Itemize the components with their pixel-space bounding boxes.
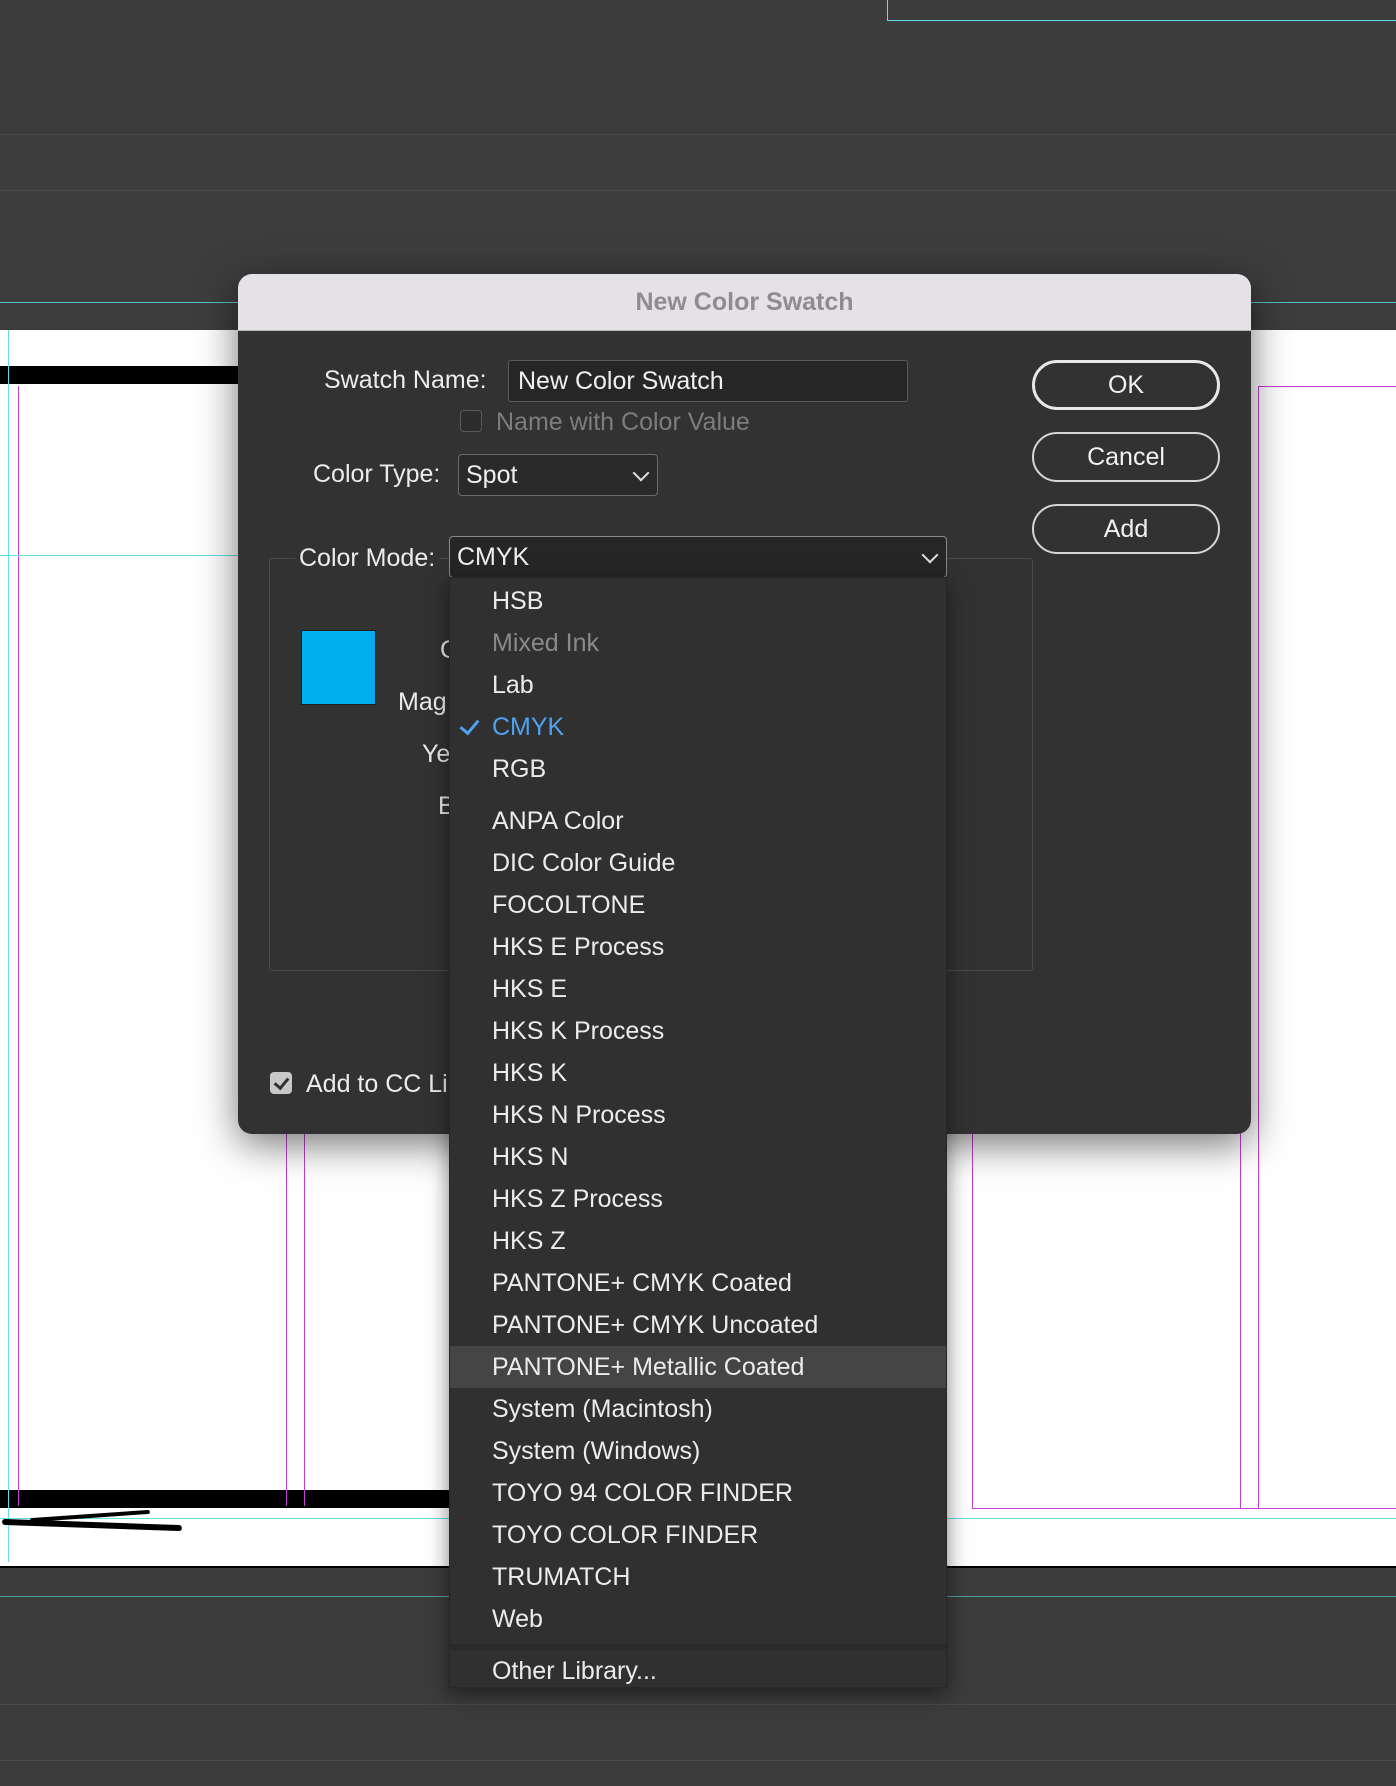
scribble-mark — [1, 1518, 183, 1532]
add-to-cc-library-label: Add to CC Li — [306, 1070, 448, 1098]
menu-item-label: PANTONE+ CMYK Coated — [492, 1268, 792, 1297]
menu-item-label: FOCOLTONE — [492, 890, 646, 919]
margin-guide — [8, 330, 9, 1562]
color-type-value: Spot — [466, 460, 518, 489]
menu-item-label: HKS E — [492, 974, 568, 1003]
swatch-name-input[interactable]: New Color Swatch — [508, 360, 908, 402]
name-with-color-value-checkbox[interactable] — [460, 410, 482, 432]
menu-item-pantone-cmyk-coated[interactable]: PANTONE+ CMYK Coated — [450, 1262, 946, 1304]
menu-item-hks-z[interactable]: HKS Z — [450, 1220, 946, 1262]
menu-item-pantone-cmyk-uncoated[interactable]: PANTONE+ CMYK Uncoated — [450, 1304, 946, 1346]
menu-item-trumatch[interactable]: TRUMATCH — [450, 1556, 946, 1598]
menu-item-label: HKS K Process — [492, 1016, 665, 1045]
menu-item-rgb[interactable]: RGB — [450, 748, 946, 790]
menu-item-mixed-ink: Mixed Ink — [450, 622, 946, 664]
scribble-mark — [30, 1509, 150, 1523]
menu-item-label: HKS Z — [492, 1226, 566, 1255]
menu-item-label: HKS K — [492, 1058, 568, 1087]
menu-item-label: HKS N — [492, 1142, 569, 1171]
menu-item-web[interactable]: Web — [450, 1598, 946, 1640]
chevron-down-icon — [921, 546, 939, 564]
menu-item-label: DIC Color Guide — [492, 848, 676, 877]
menu-item-dic-color-guide[interactable]: DIC Color Guide — [450, 842, 946, 884]
panel-divider — [0, 190, 1396, 191]
menu-item-label: HSB — [492, 586, 544, 615]
swatch-name-label: Swatch Name: — [324, 366, 487, 394]
cyan-guide-top — [887, 20, 1396, 21]
column-guide — [286, 1130, 287, 1506]
color-type-label: Color Type: — [313, 460, 441, 488]
panel-divider — [0, 134, 1396, 135]
chevron-down-icon — [632, 464, 650, 482]
color-mode-dropdown-menu: HSB Mixed Ink Lab CMYK RGB ANPA Color DI… — [449, 577, 947, 1688]
ok-button[interactable]: OK — [1032, 360, 1220, 410]
menu-item-label: TOYO 94 COLOR FINDER — [492, 1478, 793, 1507]
yellow-label: Ye — [422, 740, 451, 768]
swatch-name-value: New Color Swatch — [518, 366, 724, 395]
menu-item-hks-n[interactable]: HKS N — [450, 1136, 946, 1178]
menu-item-label: Mixed Ink — [492, 628, 599, 657]
menu-item-label: System (Windows) — [492, 1436, 701, 1465]
menu-item-label: Lab — [492, 670, 534, 699]
add-button[interactable]: Add — [1032, 504, 1220, 554]
menu-item-toyo-color-finder[interactable]: TOYO COLOR FINDER — [450, 1514, 946, 1556]
cyan-guide-top-vertical — [887, 0, 888, 20]
menu-item-label: PANTONE+ Metallic Coated — [492, 1352, 805, 1381]
swatch-color-preview — [301, 630, 376, 705]
checkmark-icon — [273, 1073, 290, 1091]
menu-item-hks-e-process[interactable]: HKS E Process — [450, 926, 946, 968]
color-mode-label: Color Mode: — [295, 544, 440, 573]
cancel-button[interactable]: Cancel — [1032, 432, 1220, 482]
menu-item-cmyk[interactable]: CMYK — [450, 706, 946, 748]
menu-item-system-macintosh[interactable]: System (Macintosh) — [450, 1388, 946, 1430]
menu-item-label: PANTONE+ CMYK Uncoated — [492, 1310, 819, 1339]
menu-item-hks-z-process[interactable]: HKS Z Process — [450, 1178, 946, 1220]
menu-item-hks-k-process[interactable]: HKS K Process — [450, 1010, 946, 1052]
margin-guide — [972, 1508, 1396, 1509]
menu-item-other-library[interactable]: Other Library... — [450, 1650, 946, 1692]
color-type-select[interactable]: Spot — [458, 454, 658, 496]
margin-guide — [1258, 386, 1396, 387]
menu-item-hks-n-process[interactable]: HKS N Process — [450, 1094, 946, 1136]
menu-item-focoltone[interactable]: FOCOLTONE — [450, 884, 946, 926]
panel-divider — [0, 1760, 1396, 1761]
margin-guide — [18, 386, 19, 1506]
color-mode-select[interactable]: CMYK — [449, 536, 947, 578]
menu-item-hsb[interactable]: HSB — [450, 580, 946, 622]
menu-item-label: HKS Z Process — [492, 1184, 663, 1213]
menu-item-hks-k[interactable]: HKS K — [450, 1052, 946, 1094]
menu-item-label: HKS N Process — [492, 1100, 666, 1129]
dialog-title: New Color Swatch — [635, 287, 854, 316]
color-mode-value: CMYK — [457, 542, 530, 571]
dialog-titlebar: New Color Swatch — [238, 274, 1251, 331]
menu-item-hks-e[interactable]: HKS E — [450, 968, 946, 1010]
menu-item-label: RGB — [492, 754, 547, 783]
menu-item-label: Web — [492, 1604, 543, 1633]
column-guide — [972, 1130, 973, 1508]
panel-divider — [0, 1704, 1396, 1705]
menu-item-label: CMYK — [492, 712, 565, 741]
menu-item-label: HKS E Process — [492, 932, 665, 961]
menu-item-pantone-metallic-coated[interactable]: PANTONE+ Metallic Coated — [450, 1346, 946, 1388]
menu-item-toyo-94-color-finder[interactable]: TOYO 94 COLOR FINDER — [450, 1472, 946, 1514]
menu-item-label: TRUMATCH — [492, 1562, 631, 1591]
name-with-color-value-label: Name with Color Value — [496, 408, 750, 436]
page-black-bar-top — [0, 366, 260, 384]
checkmark-icon — [459, 714, 480, 736]
add-to-cc-library-checkbox[interactable] — [270, 1072, 292, 1094]
magenta-label: Mag — [398, 688, 447, 716]
menu-item-label: Other Library... — [492, 1656, 657, 1685]
menu-item-label: System (Macintosh) — [492, 1394, 713, 1423]
menu-item-lab[interactable]: Lab — [450, 664, 946, 706]
menu-item-label: TOYO COLOR FINDER — [492, 1520, 759, 1549]
column-guide — [1258, 386, 1259, 1508]
menu-item-label: ANPA Color — [492, 806, 624, 835]
column-guide — [304, 1130, 305, 1506]
menu-item-system-windows[interactable]: System (Windows) — [450, 1430, 946, 1472]
cyan-guide — [0, 555, 240, 556]
menu-item-anpa-color[interactable]: ANPA Color — [450, 800, 946, 842]
page-black-bar-bottom — [0, 1490, 480, 1508]
